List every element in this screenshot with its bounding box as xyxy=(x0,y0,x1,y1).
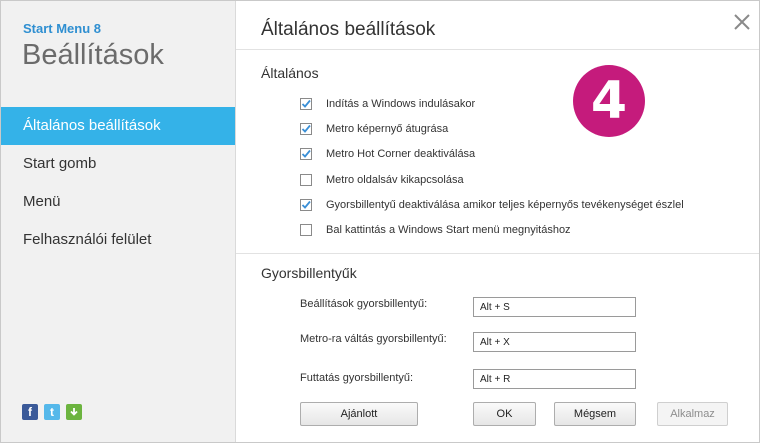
option-label: Gyorsbillentyű deaktiválása amikor telje… xyxy=(326,198,684,211)
main-panel: Általános beállítások Általános 4 Indítá… xyxy=(236,1,759,442)
sidebar-item-menu[interactable]: Menü xyxy=(1,183,235,221)
checkbox-checked-icon[interactable] xyxy=(300,198,312,211)
option-label: Bal kattintás a Windows Start menü megny… xyxy=(326,224,571,237)
hotkey-input-settings[interactable]: Alt + S xyxy=(473,297,636,317)
hotkey-input-metro[interactable]: Alt + X xyxy=(473,332,636,352)
option-disable-sidebar[interactable]: Metro oldalsáv kikapcsolása xyxy=(300,167,684,192)
option-label: Indítás a Windows indulásakor xyxy=(326,97,476,110)
option-start-with-windows[interactable]: Indítás a Windows indulásakor xyxy=(300,91,684,116)
sidebar-item-start-button[interactable]: Start gomb xyxy=(1,145,235,183)
cancel-button[interactable]: Mégsem xyxy=(554,402,636,426)
section-divider xyxy=(236,253,759,254)
ok-button[interactable]: OK xyxy=(473,402,536,426)
general-options: Indítás a Windows indulásakor Metro képe… xyxy=(300,91,684,243)
checkbox-checked-icon[interactable] xyxy=(300,97,312,110)
sidebar: Start Menu 8 Beállítások Általános beáll… xyxy=(1,1,236,442)
hotkey-input-run[interactable]: Alt + R xyxy=(473,369,636,389)
header-divider xyxy=(236,49,759,50)
twitter-icon[interactable]: t xyxy=(44,404,60,420)
download-icon[interactable] xyxy=(66,404,82,420)
option-left-click-start-menu[interactable]: Bal kattintás a Windows Start menü megny… xyxy=(300,217,684,242)
general-section-title: Általános xyxy=(261,65,319,81)
option-label: Metro képernyő átugrása xyxy=(326,122,449,135)
hotkey-label-run: Futtatás gyorsbillentyű: xyxy=(300,372,414,384)
hotkey-label-metro: Metro-ra váltás gyorsbillentyű: xyxy=(300,333,447,345)
apply-button[interactable]: Alkalmaz xyxy=(657,402,728,426)
hotkeys-section-title: Gyorsbillentyűk xyxy=(261,265,357,281)
checkbox-unchecked-icon[interactable] xyxy=(300,224,312,237)
checkbox-checked-icon[interactable] xyxy=(300,148,312,161)
sidebar-heading: Beállítások xyxy=(22,39,164,71)
app-name: Start Menu 8 xyxy=(23,21,102,36)
option-label: Metro oldalsáv kikapcsolása xyxy=(326,173,464,186)
checkbox-unchecked-icon[interactable] xyxy=(300,173,312,186)
sidebar-item-user-interface[interactable]: Felhasználói felület xyxy=(1,221,235,259)
sidebar-nav: Általános beállítások Start gomb Menü Fe… xyxy=(1,107,235,259)
hotkey-label-settings: Beállítások gyorsbillentyű: xyxy=(300,298,428,310)
recommended-button[interactable]: Ajánlott xyxy=(300,402,418,426)
close-icon[interactable] xyxy=(731,11,753,33)
option-disable-hotkey-fullscreen[interactable]: Gyorsbillentyű deaktiválása amikor telje… xyxy=(300,192,684,217)
facebook-icon[interactable]: f xyxy=(22,404,38,420)
option-skip-metro-screen[interactable]: Metro képernyő átugrása xyxy=(300,116,684,141)
option-label: Metro Hot Corner deaktiválása xyxy=(326,148,476,161)
option-disable-hot-corner[interactable]: Metro Hot Corner deaktiválása xyxy=(300,142,684,167)
social-links: f t xyxy=(22,404,82,420)
page-title: Általános beállítások xyxy=(261,19,436,40)
checkbox-checked-icon[interactable] xyxy=(300,122,312,135)
settings-window: Start Menu 8 Beállítások Általános beáll… xyxy=(0,0,760,443)
sidebar-item-general-settings[interactable]: Általános beállítások xyxy=(1,107,235,145)
